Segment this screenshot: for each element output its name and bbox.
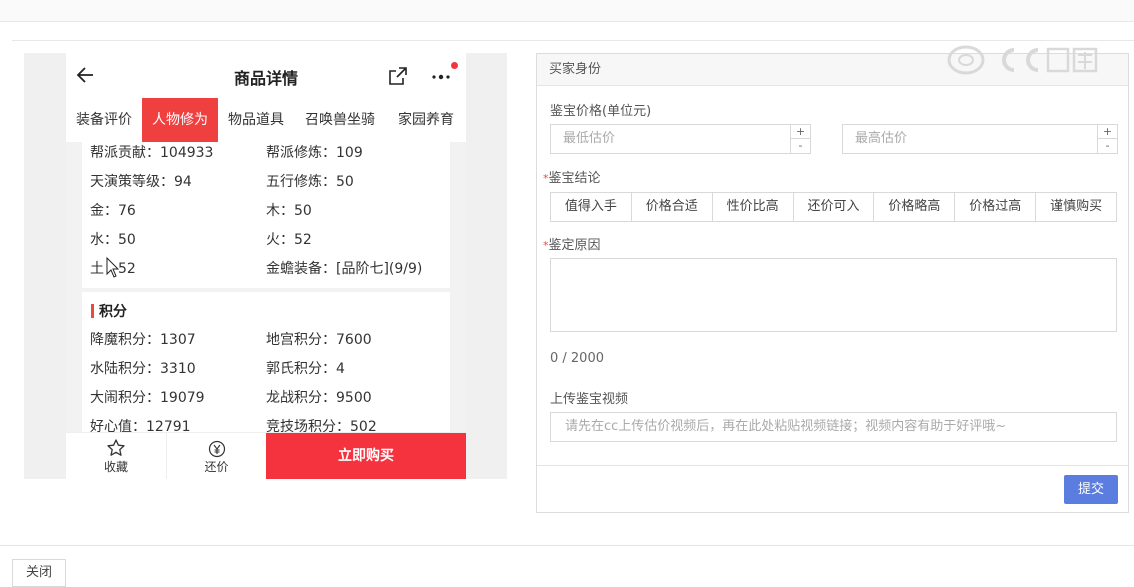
min-price-input[interactable]: 最低估价 + - (550, 124, 811, 154)
attr-left: 天演策等级：94 (90, 174, 192, 190)
notification-dot (451, 62, 458, 69)
points-left: 好心值：12791 (90, 419, 191, 432)
max-price-placeholder: 最高估价 (855, 131, 908, 146)
attr-right: 火：52 (266, 232, 312, 248)
share-icon[interactable] (388, 66, 408, 86)
bargain-label: 还价 (204, 460, 229, 474)
section-marker (91, 304, 94, 318)
divider (0, 545, 1134, 546)
attr-left: 水：50 (90, 232, 136, 248)
character-counter: 0 / 2000 (550, 351, 604, 366)
appraisal-form: 买家身份 鉴宝价格(单位元) 最低估价 + - 最高估价 + - *鉴宝结论 值… (536, 53, 1129, 513)
points-right: 郭氏积分：4 (266, 361, 345, 377)
video-link-placeholder: 请先在cc上传估价视频后，再在此处粘贴视频链接；视频内容有助于好评哦~ (565, 419, 1007, 434)
cc-live-watermark-logo (947, 45, 1098, 75)
points-left: 大闹积分：19079 (90, 390, 205, 406)
attributes-card: 帮派贡献：104933 帮派修炼：109 天演策等级：94 五行修炼：50 金：… (82, 142, 450, 288)
conclusion-option[interactable]: 价格过高 (955, 193, 1037, 221)
favorite-label: 收藏 (103, 460, 128, 474)
close-button[interactable]: 关闭 (12, 559, 66, 587)
points-right: 龙战积分：9500 (266, 390, 372, 406)
tab-items[interactable]: 物品道具 (218, 98, 294, 142)
attr-right: 帮派修炼：109 (266, 145, 363, 161)
buy-now-button[interactable]: 立即购买 (266, 433, 466, 479)
price-label: 鉴宝价格(单位元) (550, 104, 652, 119)
tab-home[interactable]: 家园养育 (386, 98, 466, 142)
conclusion-button-group: 值得入手 价格合适 性价比高 还价可入 价格略高 价格过高 谨慎购买 (550, 192, 1117, 222)
attr-right: 木：50 (266, 203, 312, 219)
conclusion-option[interactable]: 价格略高 (874, 193, 956, 221)
points-right: 地宫积分：7600 (266, 332, 372, 348)
points-card: 积分 降魔积分：1307 地宫积分：7600 水陆积分：3310 郭氏积分：4 … (82, 292, 450, 432)
increment-button[interactable]: + (791, 125, 810, 139)
conclusion-option[interactable]: 价格合适 (632, 193, 713, 221)
increment-button[interactable]: + (1098, 125, 1117, 139)
decrement-button[interactable]: - (791, 139, 810, 153)
detail-content: 帮派贡献：104933 帮派修炼：109 天演策等级：94 五行修炼：50 金：… (66, 142, 466, 432)
attr-left: 帮派贡献：104933 (90, 145, 214, 161)
max-price-stepper[interactable]: + - (1097, 125, 1117, 153)
star-icon (107, 439, 125, 456)
tab-pets-mounts[interactable]: 召唤兽坐骑 (294, 98, 386, 142)
min-price-placeholder: 最低估价 (563, 131, 616, 146)
points-right: 竞技场积分：502 (266, 419, 377, 432)
yuan-icon (208, 440, 225, 458)
max-price-input[interactable]: 最高估价 + - (842, 124, 1118, 154)
category-tabs: 装备评价 人物修为 物品道具 召唤兽坐骑 家园养育 (66, 98, 466, 142)
conclusion-label-text: 鉴宝结论 (548, 171, 601, 186)
reason-label: *鉴定原因 (543, 234, 601, 253)
submit-button[interactable]: 提交 (1064, 475, 1118, 504)
conclusion-option[interactable]: 谨慎购买 (1036, 193, 1116, 221)
decrement-button[interactable]: - (1098, 139, 1117, 153)
top-strip (0, 0, 1134, 22)
reason-label-text: 鉴定原因 (548, 238, 601, 253)
phone-header: 商品详情 (66, 53, 466, 98)
favorite-button[interactable]: 收藏 (66, 433, 166, 479)
video-label: 上传鉴宝视频 (550, 392, 629, 407)
tab-character[interactable]: 人物修为 (142, 98, 218, 142)
points-left: 降魔积分：1307 (90, 332, 196, 348)
bargain-button[interactable]: 还价 (166, 433, 266, 479)
conclusion-option[interactable]: 还价可入 (794, 193, 875, 221)
reason-textarea[interactable] (550, 258, 1117, 332)
divider (537, 465, 1128, 466)
attr-right: 五行修炼：50 (266, 174, 354, 190)
conclusion-option[interactable]: 性价比高 (713, 193, 794, 221)
points-left: 水陆积分：3310 (90, 361, 196, 377)
bottom-action-bar: 收藏 还价 立即购买 (66, 432, 466, 479)
attr-left: 金：76 (90, 203, 136, 219)
min-price-stepper[interactable]: + - (790, 125, 810, 153)
phone-preview: 商品详情 装备评价 人物修为 物品道具 召唤兽坐骑 家园养育 帮派贡献：1049… (66, 53, 466, 479)
mouse-cursor-icon (106, 257, 120, 278)
section-title: 积分 (99, 304, 127, 320)
conclusion-label: *鉴宝结论 (543, 167, 601, 186)
tab-equipment-review[interactable]: 装备评价 (66, 98, 142, 142)
attr-right: 金蟾装备：[品阶七](9/9) (266, 261, 423, 277)
video-link-input[interactable]: 请先在cc上传估价视频后，再在此处粘贴视频链接；视频内容有助于好评哦~ (550, 412, 1117, 442)
conclusion-option[interactable]: 值得入手 (551, 193, 632, 221)
more-icon[interactable] (430, 66, 454, 86)
